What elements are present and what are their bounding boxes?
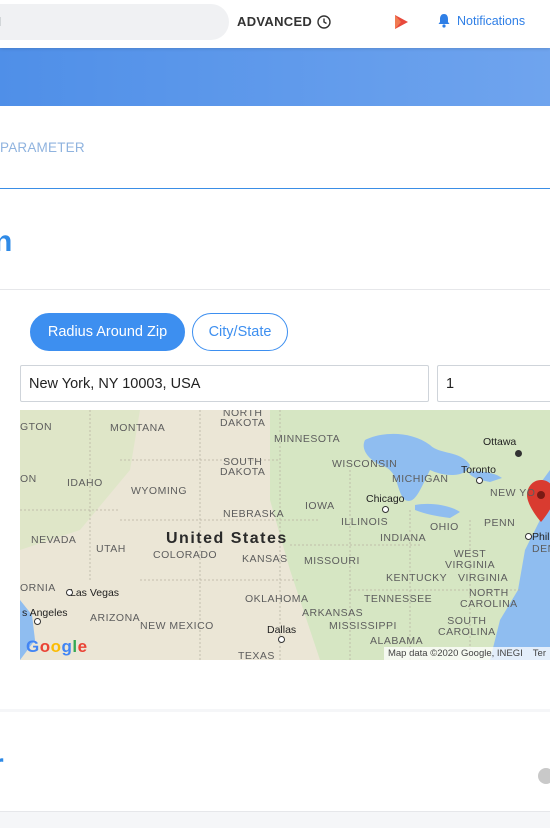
los-angeles-dot [34,618,41,625]
map-label-michigan: MICHIGAN [392,473,449,485]
philadelphia-dot [525,533,532,540]
section-heading: n [0,225,13,258]
map-label-phil: Phil [532,531,550,543]
radius-around-zip-tab[interactable]: Radius Around Zip [30,313,185,351]
map-label-toronto: Toronto [461,464,497,476]
map-label-north-carolina: NORTH CAROLINA [460,587,518,610]
map-label-ohio: OHIO [430,521,459,533]
map-label-chicago: Chicago [366,493,405,505]
map-label-kentucky: KENTUCKY [386,572,448,584]
map-label-on: ON [20,473,37,485]
radius-input[interactable] [437,365,550,402]
advanced-label: ADVANCED [237,14,313,29]
map-label-nevada: NEVADA [31,534,77,546]
terms-link[interactable]: Ter [533,648,546,659]
map-label-nebraska: NEBRASKA [223,508,285,520]
map-label-montana: MONTANA [110,422,166,434]
map-label-texas: TEXAS [238,650,275,660]
google-logo: Google [26,637,88,656]
map-label-indiana: INDIANA [380,532,427,544]
map-label-ottawa: Ottawa [483,436,517,448]
map-label-tennessee: TENNESSEE [364,593,433,605]
map-label-virginia: VIRGINIA [458,572,509,584]
parameter-panel: PARAMETER [0,106,550,189]
map-label-south-carolina: SOUTH CAROLINA [438,615,496,638]
advanced-search-button[interactable]: ADVANCED [237,14,331,29]
next-section: r [0,712,550,812]
map-label-west-virginia: WEST VIRGINIA [445,548,496,571]
map-label-united-states: United States [166,530,288,547]
map-label-wyoming: WYOMING [131,485,187,497]
map-label-idaho: IDAHO [67,477,103,489]
map-label-south-dakota: SOUTH DAKOTA [220,456,266,478]
map-label-gton: GTON [20,421,53,433]
location-section: n Radius Around Zip City/State New York,… [0,189,550,709]
next-section-heading: r [0,748,4,782]
notifications-button[interactable]: Notifications [437,13,525,28]
map-label-mississippi: MISSISSIPPI [329,620,397,632]
map-label-las-vegas: Las Vegas [70,587,120,599]
top-bar: N ADVANCED Notifications [0,0,550,48]
map-label-denj: DENJ [532,543,550,555]
map-label-new-york: NEW YO [490,487,536,499]
map-data-text: Map data ©2020 Google, INEGI [387,648,523,659]
map-label-los-angeles: s Angeles [22,607,68,619]
play-icon[interactable] [392,13,410,31]
location-input[interactable] [20,365,429,402]
chicago-dot [382,506,389,513]
map[interactable]: NORTH DAKOTA GTON MONTANA MINNESOTA Otta… [20,410,550,660]
clock-icon [317,14,331,29]
bell-icon [438,14,450,28]
map-label-kansas: KANSAS [242,553,288,565]
map-label-ornia: ORNIA [20,582,56,594]
close-icon[interactable] [538,768,550,784]
map-label-colorado: COLORADO [153,549,218,561]
map-label-wisconsin: WISCONSIN [332,458,398,470]
divider [0,811,550,812]
map-label-illinois: ILLINOIS [341,516,389,528]
map-label-missouri: MISSOURI [304,555,360,567]
header-banner [0,48,550,106]
map-label-utah: UTAH [96,543,126,555]
search-input[interactable]: N [0,4,229,40]
ottawa-dot [515,450,522,457]
map-label-penn: PENN [484,517,516,529]
dallas-dot [278,636,285,643]
map-label-new-mexico: NEW MEXICO [140,620,214,632]
parameter-tab[interactable]: PARAMETER [0,140,85,155]
map-label-minnesota: MINNESOTA [274,433,341,445]
map-label-arizona: ARIZONA [90,612,141,624]
map-label-iowa: IOWA [305,500,335,512]
map-label-alabama: ALABAMA [370,635,424,647]
las-vegas-dot [66,589,73,596]
map-label-oklahoma: OKLAHOMA [245,593,309,605]
map-label-arkansas: ARKANSAS [302,607,364,619]
map-label-dallas: Dallas [267,624,297,636]
divider [0,289,550,290]
map-attribution: Map data ©2020 Google, INEGI Ter [383,647,550,660]
map-label-north-dakota: NORTH DAKOTA [220,410,266,429]
city-state-tab[interactable]: City/State [192,313,288,351]
notifications-label: Notifications [457,13,526,28]
toronto-dot [476,477,483,484]
